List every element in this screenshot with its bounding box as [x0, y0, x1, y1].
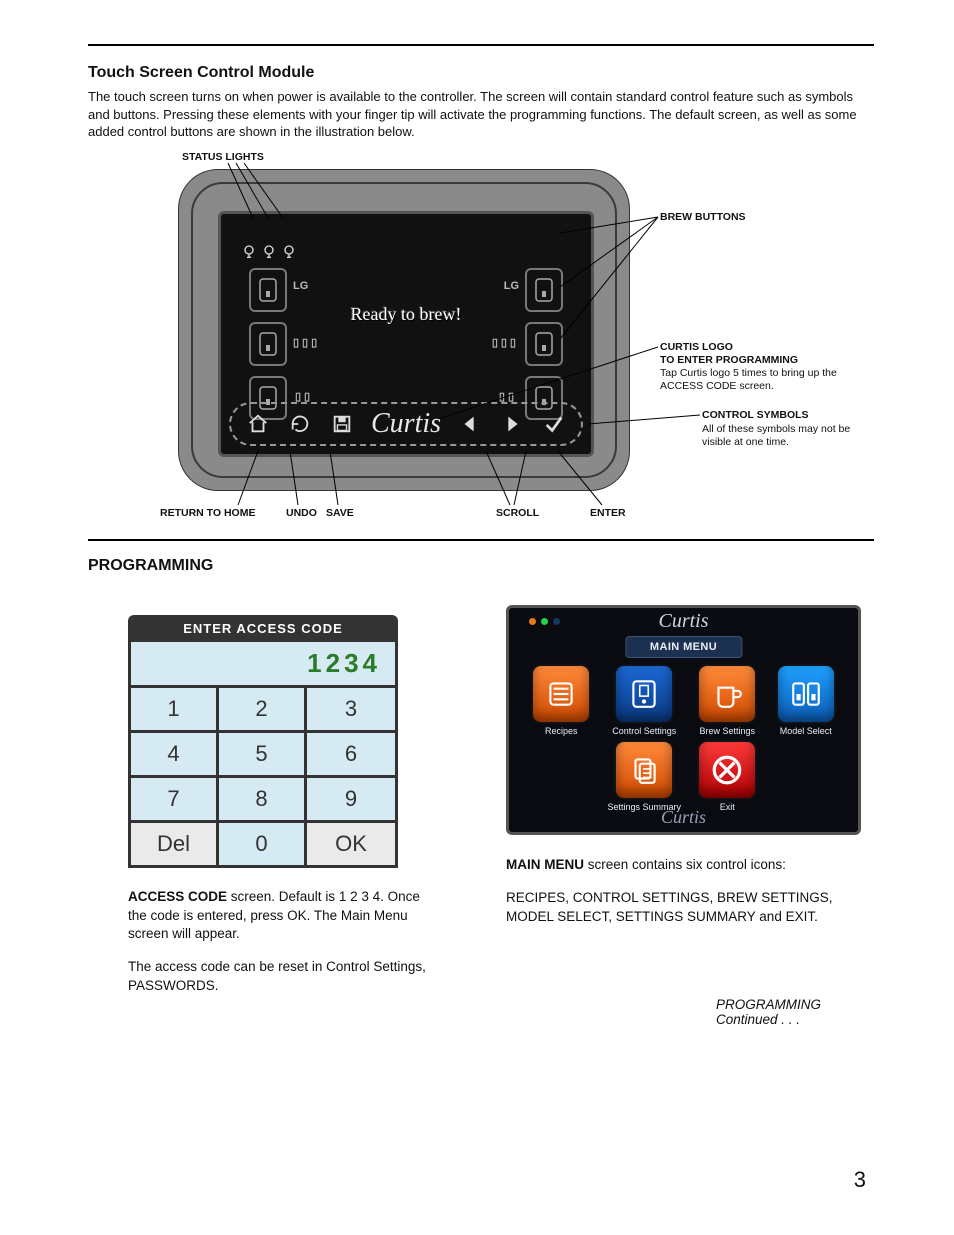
menu-item-exit[interactable]: Exit: [695, 742, 759, 812]
callout-curtis-sub2: Tap Curtis logo 5 times to bring up the …: [660, 367, 855, 393]
callout-save: SAVE: [326, 507, 354, 519]
callout-curtis-sub1: TO ENTER PROGRAMMING: [660, 354, 798, 366]
brew-btn-l2[interactable]: [249, 322, 287, 366]
key-0[interactable]: 0: [219, 820, 307, 865]
callout-control-title: CONTROL SYMBOLS: [702, 409, 809, 421]
status-light-3: [281, 244, 297, 260]
keypad-caption-1: ACCESS CODE screen. Default is 1 2 3 4. …: [128, 888, 428, 945]
lg-label-l1: LG: [293, 280, 308, 292]
menu-caption-1: MAIN MENU screen contains six control ic…: [506, 855, 861, 875]
recipes-icon: [533, 666, 589, 722]
section-title-2: PROGRAMMING: [88, 557, 874, 575]
status-light-1: [241, 244, 257, 260]
menu-curtis-bottom: Curtis: [661, 807, 706, 828]
menu-label-model: Model Select: [774, 726, 839, 736]
menu-item-brew[interactable]: Brew Settings: [695, 666, 759, 736]
callout-status-lights: STATUS LIGHTS: [182, 151, 264, 163]
key-1[interactable]: 1: [131, 685, 219, 730]
led-off: [553, 618, 560, 625]
keypad-display: 1234: [128, 642, 398, 685]
menu-item-recipes[interactable]: Recipes: [529, 666, 593, 736]
key-8[interactable]: 8: [219, 775, 307, 820]
touchscreen-illustration: LG ▯▯▯ ▯▯ LG ▯▯▯ ▯▯ Ready to brew!: [88, 151, 883, 521]
menu-caption-strong: MAIN MENU: [506, 857, 584, 872]
menu-item-model[interactable]: Model Select: [774, 666, 839, 736]
brew-settings-icon: [699, 666, 755, 722]
led-orange: [529, 618, 536, 625]
callout-scroll: SCROLL: [496, 507, 539, 519]
key-4[interactable]: 4: [131, 730, 219, 775]
callout-brew-buttons: BREW BUTTONS: [660, 211, 746, 223]
keypad-caption-2: The access code can be reset in Control …: [128, 958, 428, 996]
continued-text: PROGRAMMING Continued . . .: [716, 997, 874, 1027]
key-9[interactable]: 9: [307, 775, 395, 820]
menu-curtis-top: Curtis: [658, 610, 708, 633]
key-6[interactable]: 6: [307, 730, 395, 775]
main-menu-device: Curtis MAIN MENU Recipes Control Setting…: [506, 605, 861, 835]
main-menu-device-wrap: Curtis MAIN MENU Recipes Control Setting…: [506, 605, 861, 941]
keypad-caption-strong: ACCESS CODE: [128, 889, 227, 904]
led-green: [541, 618, 548, 625]
access-code-keypad: ENTER ACCESS CODE 1234 1 2 3 4 5 6 7 8 9…: [128, 615, 398, 1009]
page-number: 3: [854, 1167, 866, 1193]
sq-label-l2: ▯▯▯: [293, 336, 320, 349]
menu-caption-2: RECIPES, CONTROL SETTINGS, BREW SETTINGS…: [506, 888, 861, 927]
key-ok[interactable]: OK: [307, 820, 395, 865]
key-5[interactable]: 5: [219, 730, 307, 775]
menu-item-control[interactable]: Control Settings: [607, 666, 681, 736]
section-title-1: Touch Screen Control Module: [88, 64, 874, 82]
key-del[interactable]: Del: [131, 820, 219, 865]
lg-label-r1: LG: [504, 280, 519, 292]
key-3[interactable]: 3: [307, 685, 395, 730]
key-2[interactable]: 2: [219, 685, 307, 730]
ready-message: Ready to brew!: [221, 304, 591, 325]
menu-label-recipes: Recipes: [529, 726, 593, 736]
model-select-icon: [778, 666, 834, 722]
menu-title: MAIN MENU: [625, 636, 742, 658]
menu-label-brew: Brew Settings: [695, 726, 759, 736]
control-settings-icon: [616, 666, 672, 722]
callout-control-sub: All of these symbols may not be visible …: [702, 423, 882, 449]
callout-undo: UNDO: [286, 507, 317, 519]
keypad-title: ENTER ACCESS CODE: [128, 615, 398, 642]
status-light-2: [261, 244, 277, 260]
exit-icon: [699, 742, 755, 798]
section-body-1: The touch screen turns on when power is …: [88, 88, 874, 141]
key-7[interactable]: 7: [131, 775, 219, 820]
settings-summary-icon: [616, 742, 672, 798]
menu-caption-text1: screen contains six control icons:: [584, 857, 786, 872]
menu-label-control: Control Settings: [607, 726, 681, 736]
callout-return-home: RETURN TO HOME: [160, 507, 255, 519]
menu-item-summary[interactable]: Settings Summary: [607, 742, 681, 812]
callout-enter: ENTER: [590, 507, 626, 519]
callout-curtis-title: CURTIS LOGO: [660, 341, 733, 353]
